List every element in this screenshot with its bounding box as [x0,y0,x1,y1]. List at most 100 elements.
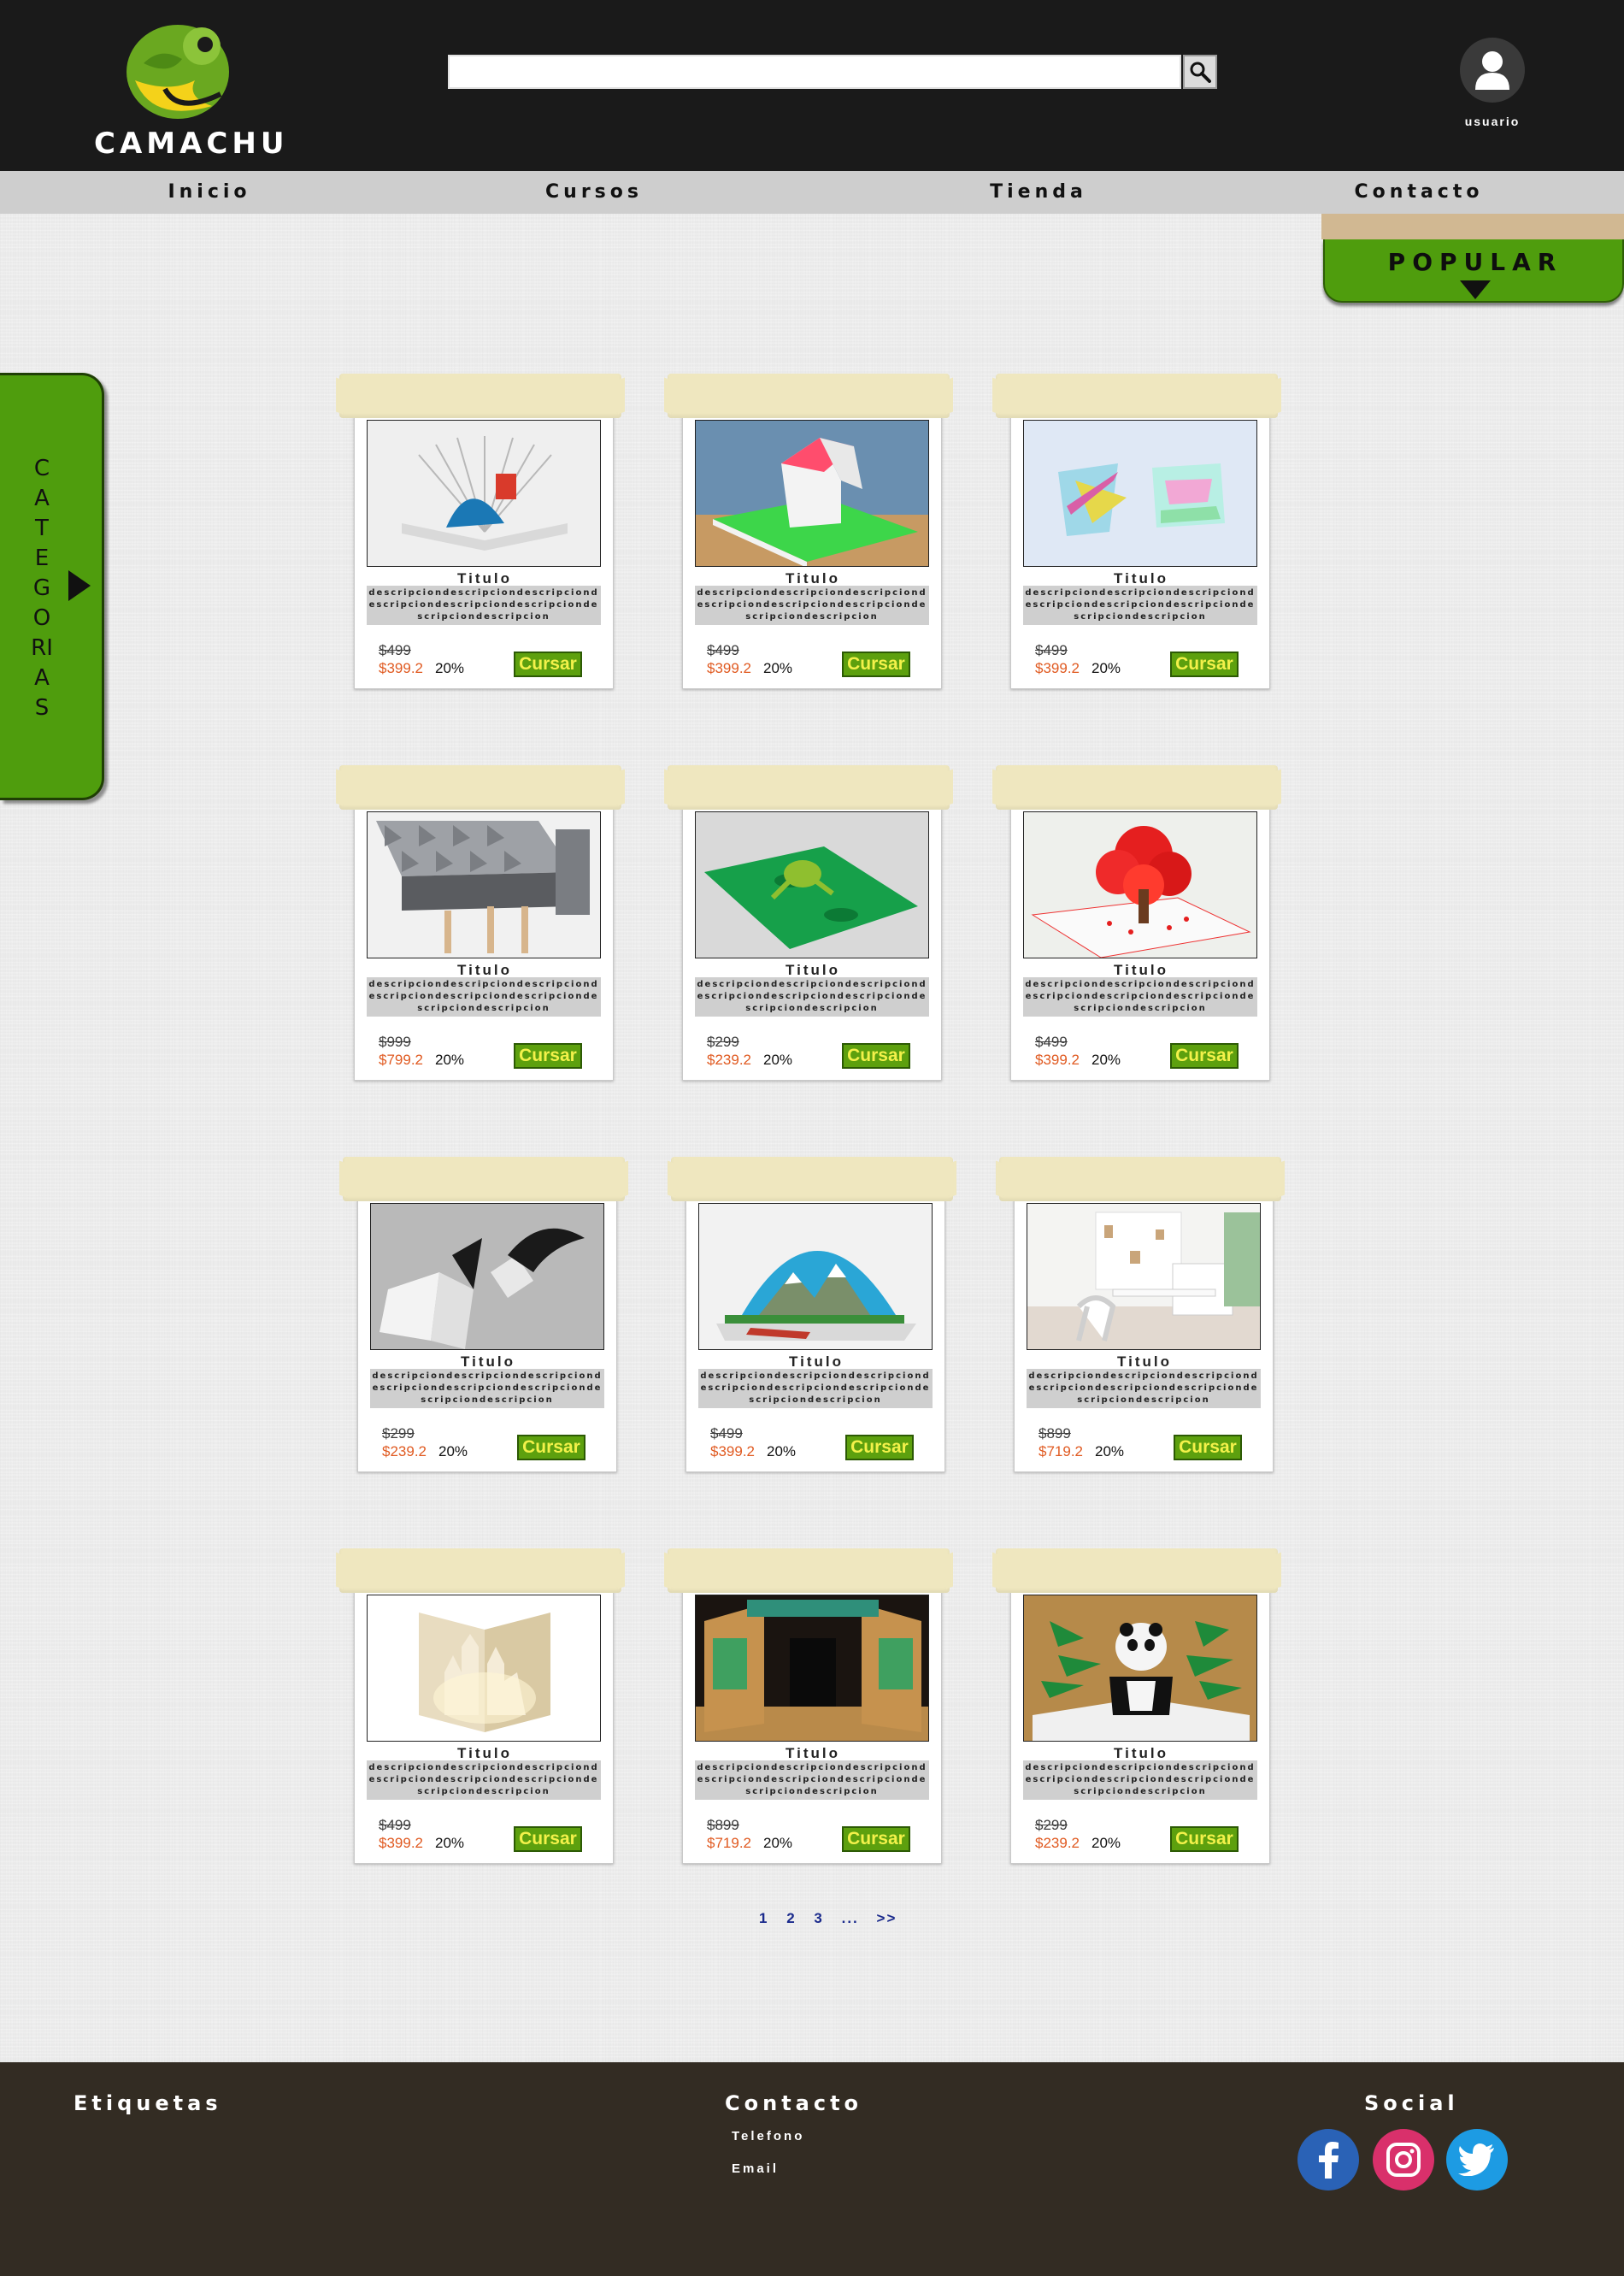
cursar-button[interactable]: Cursar [1170,1826,1239,1852]
user-avatar[interactable] [1460,38,1525,103]
product-discount: 20% [435,1835,465,1851]
product-title: Titulo [786,962,840,978]
product-old-price: $999 [379,1034,411,1050]
page-ellipsis: ... [841,1910,859,1926]
product-price: $239.2 [707,1052,751,1068]
product-image[interactable] [367,420,601,567]
product-description: descripciondescripciondescripciondescrip… [1023,977,1257,1017]
page-link-3[interactable]: 3 [814,1910,823,1926]
product-title: Titulo [786,1745,840,1761]
tape-decoration [668,765,950,810]
cursar-button[interactable]: Cursar [845,1435,914,1460]
product-price: $799.2 [379,1052,423,1068]
cursar-button[interactable]: Cursar [842,1826,910,1852]
nav-item-contacto[interactable]: Contacto [1333,171,1504,214]
tape-decoration [671,1157,953,1201]
product-card: Titulo descripciondescripciondescripcion… [668,765,950,1081]
product-image[interactable] [1027,1203,1261,1350]
categories-tab[interactable]: CATEGORIAS [0,373,104,800]
product-old-price: $499 [1035,1034,1068,1050]
product-image[interactable] [1023,811,1257,958]
product-discount: 20% [767,1443,797,1459]
page-link-1[interactable]: 1 [759,1910,768,1926]
tape-decoration [339,1548,621,1593]
camachu-logo[interactable]: CAMACHU [94,12,284,161]
product-card: Titulo descripciondescripciondescripcion… [996,374,1278,689]
product-description: descripciondescripciondescripciondescrip… [367,1760,601,1800]
tape-decoration [339,765,621,810]
instagram-icon[interactable] [1373,2129,1434,2191]
chameleon-logo-icon [127,25,229,119]
footer-email-link[interactable]: Email [732,2161,779,2176]
cursar-button[interactable]: Cursar [514,652,582,677]
product-discount: 20% [763,1052,793,1068]
product-description: descripciondescripciondescripciondescrip… [1023,1760,1257,1800]
product-old-price: $899 [707,1817,739,1833]
cursar-button[interactable]: Cursar [842,1043,910,1069]
user-menu[interactable]: usuario [1453,38,1530,132]
product-discount: 20% [1091,1052,1121,1068]
popular-body[interactable]: POPULAR [1323,239,1624,303]
product-discount: 20% [763,1835,793,1851]
tape-decoration [339,374,621,418]
cursar-button[interactable]: Cursar [1174,1435,1242,1460]
tape-decoration [999,1157,1281,1201]
chevron-right-icon [68,570,91,601]
product-image[interactable] [367,811,601,958]
product-image[interactable] [695,1595,929,1742]
product-title: Titulo [1117,1353,1172,1370]
nav-item-cursos[interactable]: Cursos [513,171,675,214]
pagination: 1 2 3 ... >> [759,1910,909,1931]
page-link-2[interactable]: 2 [786,1910,796,1926]
product-price: $399.2 [707,660,751,676]
site-header: CAMACHU usuario [0,0,1624,171]
product-image[interactable] [698,1203,933,1350]
twitter-icon[interactable] [1446,2129,1508,2191]
product-description: descripciondescripciondescripciondescrip… [367,977,601,1017]
product-discount: 20% [1091,660,1121,676]
product-card: Titulo descripciondescripciondescripcion… [671,1157,953,1472]
cursar-button[interactable]: Cursar [1170,652,1239,677]
product-old-price: $299 [382,1425,415,1442]
tape-decoration [996,1548,1278,1593]
cursar-button[interactable]: Cursar [517,1435,585,1460]
product-price: $719.2 [707,1835,751,1851]
cursar-button[interactable]: Cursar [842,652,910,677]
product-old-price: $299 [707,1034,739,1050]
product-description: descripciondescripciondescripciondescrip… [695,977,929,1017]
facebook-icon[interactable] [1297,2129,1359,2191]
footer-phone-link[interactable]: Telefono [732,2129,804,2143]
product-old-price: $499 [379,642,411,658]
cursar-button[interactable]: Cursar [1170,1043,1239,1069]
popular-tab[interactable]: POPULAR [1321,214,1624,306]
product-card: Titulo descripciondescripciondescripcion… [668,1548,950,1864]
product-image[interactable] [1023,420,1257,567]
tape-decoration [996,374,1278,418]
search-input[interactable] [450,56,1180,87]
cursar-button[interactable]: Cursar [514,1826,582,1852]
cursar-button[interactable]: Cursar [514,1043,582,1069]
product-image[interactable] [695,811,929,958]
product-description: descripciondescripciondescripciondescrip… [367,586,601,625]
search-button[interactable] [1183,55,1217,89]
product-title: Titulo [457,962,512,978]
logo-text: CAMACHU [94,127,289,161]
nav-item-inicio[interactable]: Inicio [137,171,282,214]
product-price: $239.2 [1035,1835,1080,1851]
product-card: Titulo descripciondescripciondescripcion… [343,1157,625,1472]
product-image[interactable] [367,1595,601,1742]
product-image[interactable] [695,420,929,567]
product-image[interactable] [1023,1595,1257,1742]
nav-item-tienda[interactable]: Tienda [957,171,1120,214]
product-discount: 20% [1095,1443,1125,1459]
product-image[interactable] [370,1203,604,1350]
user-icon [1475,51,1509,90]
page-next[interactable]: >> [877,1910,897,1926]
product-old-price: $499 [379,1817,411,1833]
product-description: descripciondescripciondescripciondescrip… [370,1369,604,1408]
footer-etiquetas-title: Etiquetas [74,2091,222,2115]
product-price: $399.2 [1035,1052,1080,1068]
product-old-price: $499 [1035,642,1068,658]
product-description: descripciondescripciondescripciondescrip… [695,1760,929,1800]
product-card: Titulo descripciondescripciondescripcion… [339,1548,621,1864]
